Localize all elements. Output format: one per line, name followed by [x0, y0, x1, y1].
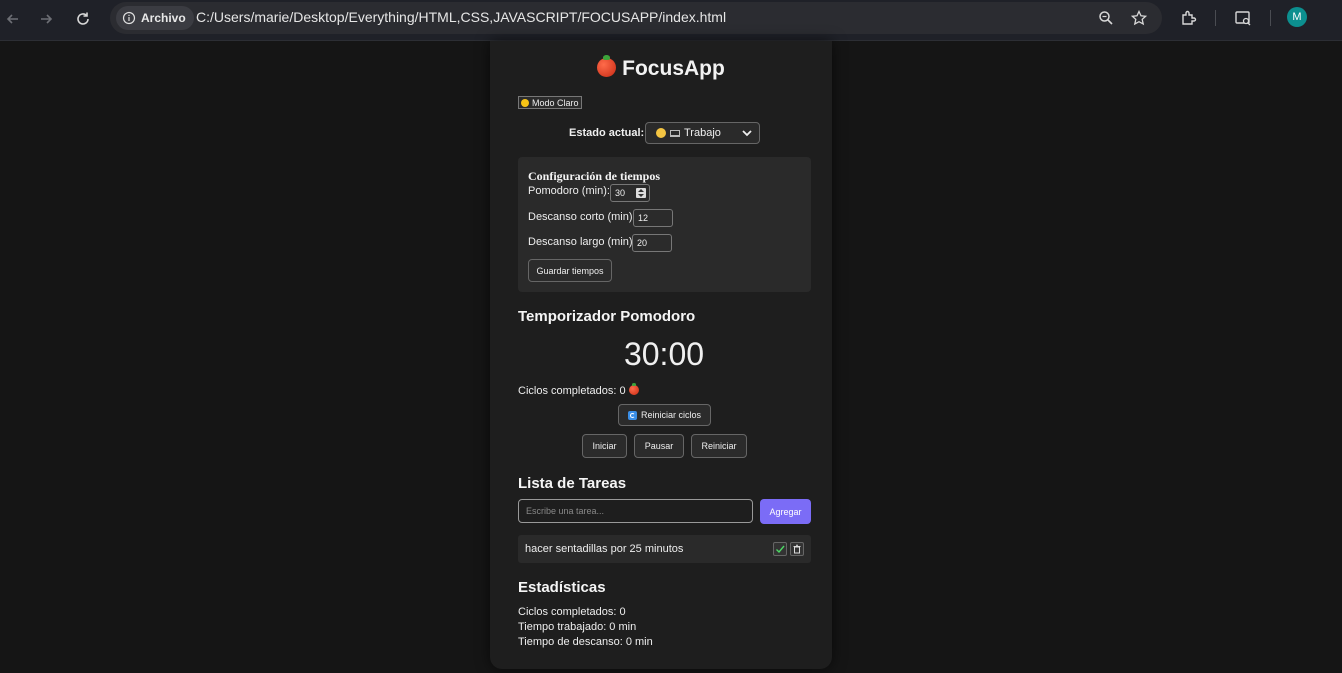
cycles-counter: Ciclos completados: 0	[518, 383, 639, 397]
estado-selected-value: Trabajo	[684, 127, 721, 139]
start-button[interactable]: Iniciar	[582, 434, 627, 458]
browser-toolbar: Archivo C:/Users/marie/Desktop/Everythin…	[0, 0, 1342, 41]
list-item: hacer sentadillas por 25 minutos	[518, 535, 811, 563]
light-mode-label: Modo Claro	[532, 97, 579, 108]
site-info-chip[interactable]: Archivo	[116, 6, 194, 30]
reset-button[interactable]: Reiniciar	[691, 434, 747, 458]
pomodoro-label: Pomodoro (min):	[528, 185, 610, 197]
task-text: hacer sentadillas por 25 minutos	[525, 543, 684, 555]
stat-worked: Tiempo trabajado: 0 min	[518, 621, 637, 633]
url-text[interactable]: C:/Users/marie/Desktop/Everything/HTML,C…	[196, 9, 726, 25]
tab-search-icon[interactable]	[1232, 7, 1254, 29]
long-break-input[interactable]: 20	[632, 234, 672, 252]
estado-label: Estado actual:	[569, 127, 645, 139]
time-config-panel: Configuración de tiempos Pomodoro (min):…	[518, 157, 811, 292]
pomodoro-input[interactable]: 30	[610, 184, 650, 202]
laptop-icon	[670, 129, 680, 137]
stat-rest: Tiempo de descanso: 0 min	[518, 636, 653, 648]
repeat-icon	[627, 410, 637, 420]
chevron-down-icon	[742, 130, 752, 137]
toolbar-divider	[1270, 10, 1271, 26]
config-title: Configuración de tiempos	[528, 169, 660, 183]
toolbar-divider	[1215, 10, 1216, 26]
estado-select[interactable]: Trabajo	[645, 122, 760, 144]
profile-avatar[interactable]: M	[1287, 7, 1307, 27]
address-bar[interactable]: Archivo C:/Users/marie/Desktop/Everythin…	[110, 2, 1162, 34]
site-info-label: Archivo	[141, 11, 186, 25]
sun-icon	[521, 98, 529, 107]
tasks-heading: Lista de Tareas	[518, 475, 627, 492]
timer-heading: Temporizador Pomodoro	[518, 308, 696, 325]
reset-cycles-label: Reiniciar ciclos	[640, 410, 702, 420]
save-times-button[interactable]: Guardar tiempos	[528, 259, 612, 282]
timer-display: 30:00	[623, 336, 705, 372]
extensions-icon[interactable]	[1178, 7, 1200, 29]
stats-heading: Estadísticas	[518, 579, 606, 596]
long-break-label: Descanso largo (min):	[528, 236, 636, 248]
check-icon[interactable]	[773, 542, 787, 556]
short-break-input[interactable]: 12	[633, 209, 673, 227]
tomato-icon	[628, 383, 639, 395]
app-title-text: FocusApp	[622, 57, 725, 80]
trash-icon[interactable]	[790, 542, 804, 556]
add-task-button[interactable]: Agregar	[760, 499, 811, 524]
short-break-value: 12	[638, 213, 649, 223]
long-break-value: 20	[637, 238, 648, 248]
light-mode-button[interactable]: Modo Claro	[518, 96, 582, 109]
pause-button[interactable]: Pausar	[634, 434, 684, 458]
zoom-icon[interactable]	[1096, 8, 1116, 28]
reset-cycles-button[interactable]: Reiniciar ciclos	[618, 404, 711, 426]
forward-arrow-icon[interactable]	[33, 6, 59, 32]
focus-app-container: FocusApp Modo Claro Estado actual: Traba…	[490, 41, 832, 669]
task-input[interactable]: Escribe una tarea...	[518, 499, 753, 523]
info-icon	[122, 11, 136, 25]
bookmark-star-icon[interactable]	[1129, 8, 1149, 28]
stepper-icon[interactable]	[636, 188, 646, 198]
stat-cycles: Ciclos completados: 0	[518, 606, 626, 618]
app-title: FocusApp	[490, 55, 832, 81]
short-break-label: Descanso corto (min):	[528, 211, 636, 223]
thinking-face-icon	[656, 128, 666, 138]
pomodoro-value: 30	[615, 188, 626, 198]
back-arrow-icon[interactable]	[0, 6, 26, 32]
tomato-icon	[597, 55, 617, 77]
reload-icon[interactable]	[70, 6, 96, 32]
cycles-text: Ciclos completados: 0	[518, 385, 626, 397]
